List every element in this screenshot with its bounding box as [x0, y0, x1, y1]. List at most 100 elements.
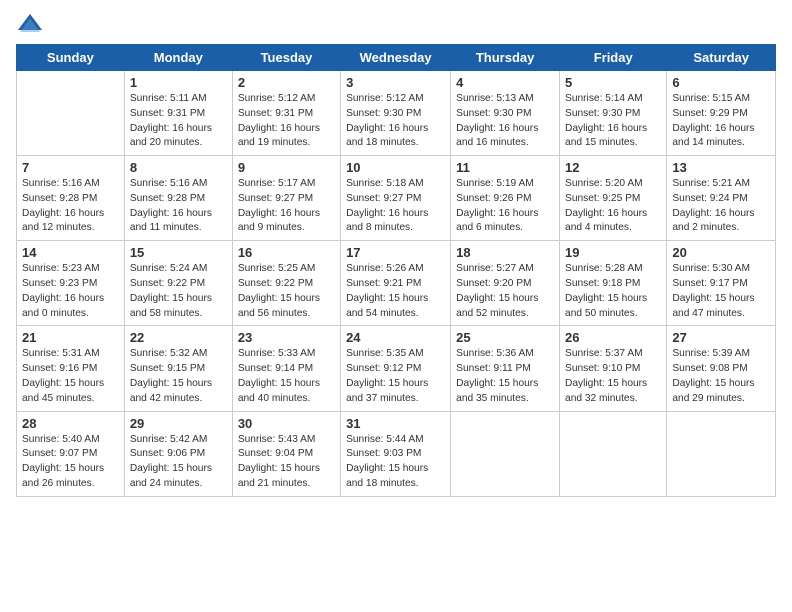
day-number: 31: [346, 416, 445, 431]
day-number: 4: [456, 75, 554, 90]
calendar-cell: 23Sunrise: 5:33 AM Sunset: 9:14 PM Dayli…: [232, 326, 340, 411]
calendar-cell: [451, 411, 560, 496]
day-info: Sunrise: 5:16 AM Sunset: 9:28 PM Dayligh…: [22, 177, 119, 236]
calendar-cell: 19 Sunrise: 5:28 AM Sunset: 9:18 PM Dayli…: [560, 241, 667, 326]
day-number: 29: [130, 416, 227, 431]
calendar-cell: 6 Sunrise: 5:15 AM Sunset: 9:29 PM Daylig…: [667, 71, 776, 156]
day-number: 1: [130, 75, 227, 90]
day-info: Sunrise: 5:14 AM Sunset: 9:30 PM Dayligh…: [565, 92, 661, 151]
day-info: Sunrise: 5:26 AM Sunset: 9:21 PM Dayligh…: [346, 262, 445, 321]
day-number: 20: [672, 245, 770, 260]
day-number: 25: [456, 330, 554, 345]
day-info: Sunrise: 5:21 AM Sunset: 9:24 PM Dayligh…: [672, 177, 770, 236]
day-number: 13: [672, 160, 770, 175]
day-number: 24: [346, 330, 445, 345]
calendar-cell: 27 Sunrise: 5:39 AM Sunset: 9:08 PM Dayli…: [667, 326, 776, 411]
calendar-cell: 28Sunrise: 5:40 AM Sunset: 9:07 PM Dayli…: [17, 411, 125, 496]
day-info: Sunrise: 5:15 AM Sunset: 9:29 PM Dayligh…: [672, 92, 770, 151]
day-number: 6: [672, 75, 770, 90]
day-info: Sunrise: 5:17 AM Sunset: 9:27 PM Dayligh…: [238, 177, 335, 236]
calendar-week-row: 1 Sunrise: 5:11 AM Sunset: 9:31 PM Daylig…: [17, 71, 776, 156]
day-info: Sunrise: 5:42 AM Sunset: 9:06 PM Dayligh…: [130, 433, 227, 492]
day-number: 8: [130, 160, 227, 175]
calendar-cell: 30 Sunrise: 5:43 AM Sunset: 9:04 PM Dayli…: [232, 411, 340, 496]
calendar-cell: 4 Sunrise: 5:13 AM Sunset: 9:30 PM Daylig…: [451, 71, 560, 156]
calendar-cell: 8 Sunrise: 5:16 AM Sunset: 9:28 PM Daylig…: [124, 156, 232, 241]
calendar-cell: 25 Sunrise: 5:36 AM Sunset: 9:11 PM Dayli…: [451, 326, 560, 411]
day-number: 16: [238, 245, 335, 260]
calendar-cell: 3 Sunrise: 5:12 AM Sunset: 9:30 PM Daylig…: [341, 71, 451, 156]
calendar-cell: 29 Sunrise: 5:42 AM Sunset: 9:06 PM Dayli…: [124, 411, 232, 496]
logo-icon: [16, 10, 44, 38]
day-info: Sunrise: 5:18 AM Sunset: 9:27 PM Dayligh…: [346, 177, 445, 236]
calendar-cell: 5 Sunrise: 5:14 AM Sunset: 9:30 PM Daylig…: [560, 71, 667, 156]
day-number: 2: [238, 75, 335, 90]
calendar-cell: 12 Sunrise: 5:20 AM Sunset: 9:25 PM Dayli…: [560, 156, 667, 241]
calendar-cell: 18 Sunrise: 5:27 AM Sunset: 9:20 PM Dayli…: [451, 241, 560, 326]
day-number: 5: [565, 75, 661, 90]
day-info: Sunrise: 5:24 AM Sunset: 9:22 PM Dayligh…: [130, 262, 227, 321]
day-info: Sunrise: 5:27 AM Sunset: 9:20 PM Dayligh…: [456, 262, 554, 321]
calendar-cell: 24 Sunrise: 5:35 AM Sunset: 9:12 PM Dayli…: [341, 326, 451, 411]
day-of-week-header: Saturday: [667, 45, 776, 71]
calendar-cell: 13 Sunrise: 5:21 AM Sunset: 9:24 PM Dayli…: [667, 156, 776, 241]
calendar-week-row: 7 Sunrise: 5:16 AM Sunset: 9:28 PM Daylig…: [17, 156, 776, 241]
calendar-week-row: 21Sunrise: 5:31 AM Sunset: 9:16 PM Dayli…: [17, 326, 776, 411]
day-info: Sunrise: 5:12 AM Sunset: 9:30 PM Dayligh…: [346, 92, 445, 151]
day-info: Sunrise: 5:39 AM Sunset: 9:08 PM Dayligh…: [672, 347, 770, 406]
day-info: Sunrise: 5:11 AM Sunset: 9:31 PM Dayligh…: [130, 92, 227, 151]
day-number: 12: [565, 160, 661, 175]
day-number: 3: [346, 75, 445, 90]
calendar-cell: 31Sunrise: 5:44 AM Sunset: 9:03 PM Dayli…: [341, 411, 451, 496]
calendar-cell: 15 Sunrise: 5:24 AM Sunset: 9:22 PM Dayli…: [124, 241, 232, 326]
calendar-cell: [560, 411, 667, 496]
day-number: 21: [22, 330, 119, 345]
day-of-week-header: Thursday: [451, 45, 560, 71]
day-of-week-header: Tuesday: [232, 45, 340, 71]
day-number: 17: [346, 245, 445, 260]
day-number: 23: [238, 330, 335, 345]
calendar-cell: 22Sunrise: 5:32 AM Sunset: 9:15 PM Dayli…: [124, 326, 232, 411]
day-info: Sunrise: 5:30 AM Sunset: 9:17 PM Dayligh…: [672, 262, 770, 321]
calendar-cell: 17 Sunrise: 5:26 AM Sunset: 9:21 PM Dayli…: [341, 241, 451, 326]
day-number: 10: [346, 160, 445, 175]
day-number: 28: [22, 416, 119, 431]
day-number: 26: [565, 330, 661, 345]
day-number: 7: [22, 160, 119, 175]
page: SundayMondayTuesdayWednesdayThursdayFrid…: [0, 0, 792, 507]
calendar-week-row: 14Sunrise: 5:23 AM Sunset: 9:23 PM Dayli…: [17, 241, 776, 326]
day-info: Sunrise: 5:13 AM Sunset: 9:30 PM Dayligh…: [456, 92, 554, 151]
day-of-week-header: Friday: [560, 45, 667, 71]
calendar-table: SundayMondayTuesdayWednesdayThursdayFrid…: [16, 44, 776, 497]
calendar-cell: [17, 71, 125, 156]
calendar-cell: 21Sunrise: 5:31 AM Sunset: 9:16 PM Dayli…: [17, 326, 125, 411]
calendar-cell: 26 Sunrise: 5:37 AM Sunset: 9:10 PM Dayli…: [560, 326, 667, 411]
day-info: Sunrise: 5:20 AM Sunset: 9:25 PM Dayligh…: [565, 177, 661, 236]
header: [16, 10, 776, 38]
calendar-cell: 9 Sunrise: 5:17 AM Sunset: 9:27 PM Daylig…: [232, 156, 340, 241]
day-info: Sunrise: 5:36 AM Sunset: 9:11 PM Dayligh…: [456, 347, 554, 406]
day-info: Sunrise: 5:16 AM Sunset: 9:28 PM Dayligh…: [130, 177, 227, 236]
calendar-cell: 1 Sunrise: 5:11 AM Sunset: 9:31 PM Daylig…: [124, 71, 232, 156]
day-number: 30: [238, 416, 335, 431]
day-number: 27: [672, 330, 770, 345]
day-number: 15: [130, 245, 227, 260]
day-of-week-header: Wednesday: [341, 45, 451, 71]
day-info: Sunrise: 5:28 AM Sunset: 9:18 PM Dayligh…: [565, 262, 661, 321]
day-number: 14: [22, 245, 119, 260]
calendar-cell: 10 Sunrise: 5:18 AM Sunset: 9:27 PM Dayli…: [341, 156, 451, 241]
day-number: 11: [456, 160, 554, 175]
calendar-cell: 16Sunrise: 5:25 AM Sunset: 9:22 PM Dayli…: [232, 241, 340, 326]
calendar-cell: 11 Sunrise: 5:19 AM Sunset: 9:26 PM Dayli…: [451, 156, 560, 241]
day-number: 9: [238, 160, 335, 175]
day-info: Sunrise: 5:19 AM Sunset: 9:26 PM Dayligh…: [456, 177, 554, 236]
day-info: Sunrise: 5:43 AM Sunset: 9:04 PM Dayligh…: [238, 433, 335, 492]
day-number: 18: [456, 245, 554, 260]
day-info: Sunrise: 5:35 AM Sunset: 9:12 PM Dayligh…: [346, 347, 445, 406]
logo: [16, 10, 48, 38]
calendar-cell: 7 Sunrise: 5:16 AM Sunset: 9:28 PM Daylig…: [17, 156, 125, 241]
day-info: Sunrise: 5:37 AM Sunset: 9:10 PM Dayligh…: [565, 347, 661, 406]
day-number: 19: [565, 245, 661, 260]
day-of-week-header: Sunday: [17, 45, 125, 71]
calendar-header-row: SundayMondayTuesdayWednesdayThursdayFrid…: [17, 45, 776, 71]
